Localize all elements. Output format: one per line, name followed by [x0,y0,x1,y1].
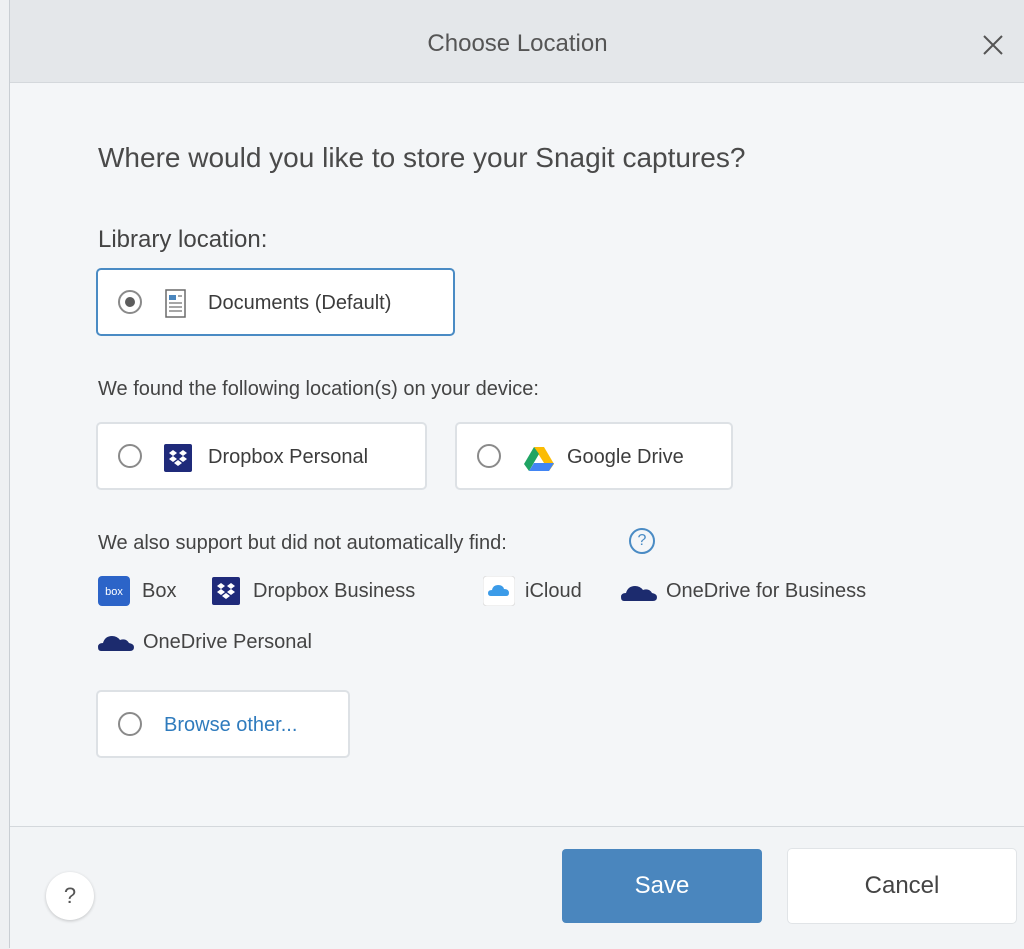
service-onedrive-business: OneDrive for Business [666,580,867,602]
icloud-icon [482,575,516,611]
option-documents-default[interactable]: Documents (Default) [96,268,455,336]
choose-location-dialog: Choose Location Where would you like to … [9,0,1024,949]
dropbox-icon [164,444,192,472]
library-location-label: Library location: [98,226,268,253]
service-dropbox-business: Dropbox Business [253,580,416,602]
svg-text:box: box [105,586,123,598]
option-dropbox-personal[interactable]: Dropbox Personal [96,422,427,490]
dialog-footer: ? Save Cancel [10,826,1024,949]
option-dropbox-personal-label: Dropbox Personal [208,446,369,468]
radio-documents[interactable] [118,290,142,314]
help-circle-icon[interactable]: ? [629,528,655,554]
option-google-drive[interactable]: Google Drive [455,422,733,490]
found-locations-label: We found the following location(s) on yo… [98,378,539,400]
option-browse-other[interactable]: Browse other... [96,690,350,758]
document-icon [164,289,190,318]
help-button[interactable]: ? [46,872,94,920]
option-documents-label: Documents (Default) [208,292,392,314]
option-google-drive-label: Google Drive [567,446,684,468]
onedrive-business-icon [621,582,657,607]
radio-google-drive[interactable] [477,444,501,468]
question-heading: Where would you like to store your Snagi… [98,142,746,173]
dialog-title: Choose Location [427,30,608,57]
dropbox-business-icon [211,577,241,610]
service-box: Box [142,580,177,602]
onedrive-personal-icon [98,632,134,657]
radio-dropbox-personal[interactable] [118,444,142,468]
radio-browse-other[interactable] [118,712,142,736]
box-icon: box [98,576,130,611]
service-onedrive-personal: OneDrive Personal [143,631,312,653]
service-icloud: iCloud [525,580,582,602]
cancel-button[interactable]: Cancel [788,849,1016,923]
google-drive-icon [523,446,554,472]
close-icon[interactable] [980,32,1006,58]
title-bar: Choose Location [10,0,1024,83]
browse-other-link[interactable]: Browse other... [164,714,297,737]
save-button[interactable]: Save [562,849,762,923]
also-support-label: We also support but did not automaticall… [98,532,507,554]
